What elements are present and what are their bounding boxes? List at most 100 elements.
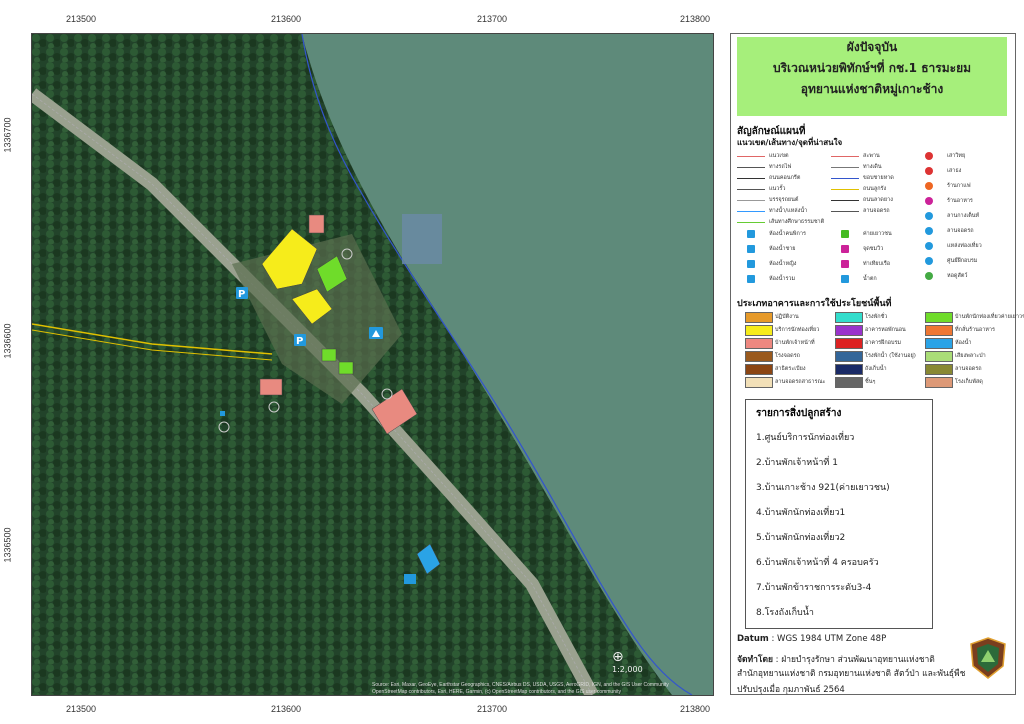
- tent-icon: [925, 212, 933, 220]
- building-list-heading: รายการสิ่งปลูกสร้าง: [756, 408, 842, 419]
- waterfall-icon: [841, 275, 849, 283]
- line-legend-label: สะพาน: [863, 153, 880, 159]
- line-swatch: [831, 178, 859, 179]
- coord-left-2: 1336600: [2, 323, 13, 359]
- coord-top-2: 213600: [271, 14, 302, 24]
- line-legend-label: ทางรถไฟ: [769, 164, 792, 170]
- building-type-swatch: [835, 325, 863, 336]
- line-swatch: [737, 189, 765, 190]
- line-legend-label: ถนนลาดยาง: [863, 197, 893, 203]
- building-8-water-tank-shed: [308, 214, 325, 234]
- building-type-swatch: [925, 325, 953, 336]
- coord-bottom-3: 213700: [477, 704, 508, 714]
- line-swatch: [831, 189, 859, 190]
- line-swatch: [737, 178, 765, 179]
- toilet-icon: [404, 574, 416, 584]
- point-legend-label: หอดูสัตว์: [947, 273, 968, 279]
- line-swatch: [831, 200, 859, 201]
- building-type-swatch: [745, 312, 773, 323]
- title-line-3: อุทยานแห่งชาติหมู่เกาะช้าง: [800, 82, 944, 96]
- building-type-swatch: [745, 325, 773, 336]
- park-emblem-icon: [969, 636, 1007, 680]
- building-type-swatch: [745, 351, 773, 362]
- building-type-label: ลานจอดรถ: [955, 366, 982, 372]
- north-arrow-icon: ⊕: [612, 649, 624, 665]
- building-type-swatch: [925, 351, 953, 362]
- point-legend-label: เสาธง: [947, 168, 962, 174]
- point-legend-label: ห้องน้ำชาย: [769, 246, 796, 252]
- building-list-box: รายการสิ่งปลูกสร้าง 1.ศูนย์บริการนักท่อง…: [745, 399, 933, 629]
- point-legend-label: น้ำตก: [863, 276, 877, 282]
- line-swatch: [737, 200, 765, 201]
- wheelchair-icon: [747, 230, 755, 238]
- building-type-label: อาคารหอพักนอน: [865, 327, 906, 333]
- building-type-label: เสียงพลาะป่า: [955, 353, 986, 359]
- office-line: สำนักอุทยานแห่งชาติ กรมอุทยานแห่งชาติ สั…: [737, 669, 966, 679]
- line-swatch: [737, 211, 765, 212]
- title-box: ผังปัจจุบัน บริเวณหน่วยพิทักษ์ฯที่ กช.1 …: [737, 37, 1007, 116]
- scale-label: 1:2,000: [612, 665, 643, 674]
- building-type-label: ที่กลั่นร้านอาหาร: [955, 327, 995, 333]
- point-legend-label: ห้องน้ำคนพิการ: [769, 231, 806, 237]
- point-legend-label: ลานกางเต็นท์: [947, 213, 980, 219]
- line-legend-label: ขอบชายหาด: [863, 175, 894, 181]
- line-legend-label: แนวรั้ว: [769, 186, 786, 192]
- building-list-item: 3.บ้านเกาะช้าง 921(ค่ายเยาวชน): [756, 483, 890, 493]
- building-type-swatch: [835, 377, 863, 388]
- line-legend-label: แนวเขต: [769, 153, 789, 159]
- building-list-item: 5.บ้านพักนักท่องเที่ยว2: [756, 533, 846, 543]
- building-list-item: 1.ศูนย์บริการนักท่องเที่ยว: [756, 433, 855, 443]
- male-toilet-icon: [747, 245, 755, 253]
- building-type-label: ห้องน้ำ: [955, 340, 972, 346]
- point-legend-label: ห้องน้ำหญิง: [769, 261, 797, 267]
- building-type-swatch: [925, 364, 953, 375]
- building-list-item: 8.โรงถังเก็บน้ำ: [756, 608, 814, 618]
- coord-top-4: 213800: [680, 14, 711, 24]
- radio-tower-icon: [925, 152, 933, 160]
- building-type-swatch: [925, 338, 953, 349]
- map-attribution: Source: Esri, Maxar, GeoEye, Earthstar G…: [372, 682, 669, 688]
- toilet-icon: [747, 275, 755, 283]
- building-7-official-house: [259, 378, 283, 396]
- attraction-icon: [925, 242, 933, 250]
- pier-icon: [841, 260, 849, 268]
- scale-bar: ⊕ 1:2,000: [612, 649, 643, 674]
- building-type-label: ปฏิบัติงาน: [775, 314, 799, 320]
- parking-icon: [925, 227, 933, 235]
- coord-top-1: 213500: [66, 14, 97, 24]
- building-type-label: โรงจอดรถ: [775, 353, 800, 359]
- building-type-label: บ้านพักเจ้าหน้าที่: [775, 340, 815, 346]
- building-type-label: ถังเก็บน้ำ: [865, 366, 887, 372]
- building-type-swatch: [745, 338, 773, 349]
- watchtower-icon: [925, 272, 933, 280]
- small-marker: [220, 411, 225, 416]
- building-list-item: 4.บ้านพักนักท่องเที่ยว1: [756, 508, 846, 518]
- coord-top-3: 213700: [477, 14, 508, 24]
- point-legend-label: ลานจอดรถ: [947, 228, 974, 234]
- building-list-item: 6.บ้านพักเจ้าหน้าที่ 4 ครอบครัว: [756, 558, 879, 568]
- pier-structure: [402, 214, 442, 264]
- camp-icon: [841, 230, 849, 238]
- coord-bottom-4: 213800: [680, 704, 711, 714]
- datum-line: Datum : WGS 1984 UTM Zone 48P: [737, 634, 887, 644]
- building-5-tourist-house: [338, 361, 354, 375]
- line-swatch: [831, 156, 859, 157]
- line-legend-label: ถนนคอนกรีต: [769, 175, 801, 181]
- training-icon: [925, 257, 933, 265]
- point-legend-label: ค่ายเยาวชน: [863, 231, 892, 237]
- title-line-1: ผังปัจจุบัน: [846, 40, 898, 54]
- point-legend-label: ศูนย์ฝึกอบรม: [947, 258, 978, 264]
- building-list-item: 2.บ้านพักเจ้าหน้าที่ 1: [756, 458, 838, 468]
- point-legend-label: ร้านอาหาร: [947, 198, 973, 204]
- line-legend-label: เส้นทางศึกษาธรรมชาติ: [769, 219, 825, 225]
- building-type-label: บ้านพักนักท่องเที่ยวค่ายเยาวชน: [955, 314, 1024, 320]
- building-type-label: โรงพักชั่ว: [865, 314, 888, 320]
- coord-left-1: 1336700: [2, 117, 13, 153]
- building-4-tourist-house: [321, 348, 337, 362]
- point-legend-label: แหล่งท่องเที่ยว: [947, 243, 982, 249]
- line-swatch: [831, 211, 859, 212]
- line-legend-label: ถนนลูกรัง: [863, 186, 887, 192]
- building-type-label: อาคารฝึกอบรม: [865, 340, 902, 346]
- satellite-map[interactable]: P P Source: Esri, Maxar, GeoEye, Earthst…: [31, 33, 714, 696]
- updated-line: ปรับปรุงเมื่อ กุมภาพันธ์ 2564: [737, 685, 845, 695]
